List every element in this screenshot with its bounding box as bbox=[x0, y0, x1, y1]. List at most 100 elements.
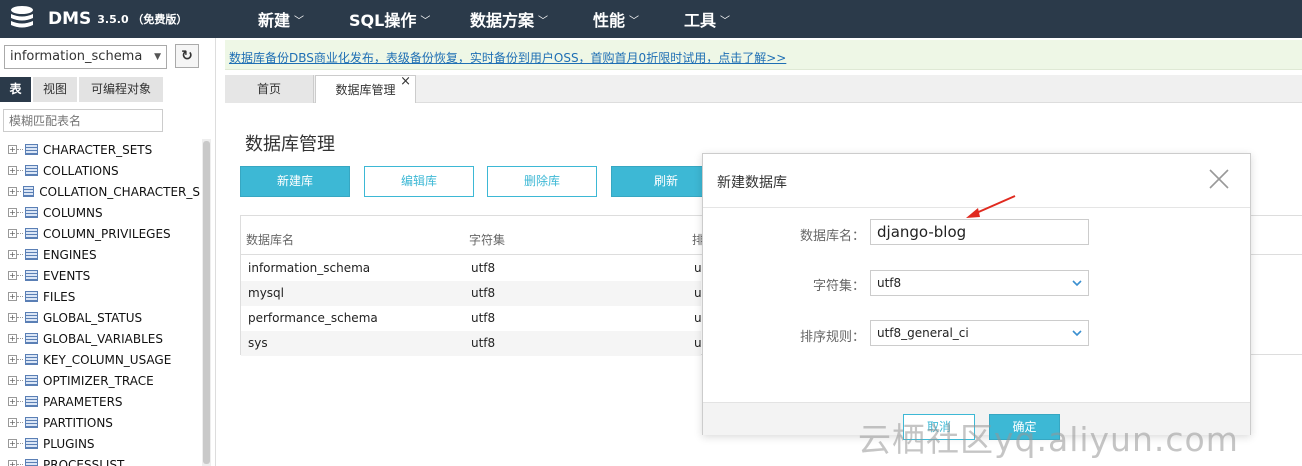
tree-item-table[interactable]: + EVENTS bbox=[0, 265, 200, 286]
table-icon bbox=[25, 459, 38, 466]
tree-item-table[interactable]: + COLUMN_PRIVILEGES bbox=[0, 223, 200, 244]
tree-connector bbox=[17, 254, 23, 255]
table-row[interactable]: sys utf8 u bbox=[241, 331, 702, 356]
tree-connector bbox=[17, 401, 23, 402]
chevron-down-icon: ﹀ bbox=[720, 15, 731, 27]
cell-charset: utf8 bbox=[471, 286, 496, 300]
page-tabs: 首页 数据库管理 × bbox=[225, 74, 1302, 103]
expand-icon[interactable]: + bbox=[8, 376, 17, 385]
app-version: 3.5.0 （免费版） bbox=[97, 13, 188, 26]
expand-icon[interactable]: + bbox=[8, 397, 17, 406]
nav-menu-sql[interactable]: SQL操作 ﹀ bbox=[349, 0, 430, 38]
nav-menu-new[interactable]: 新建 ﹀ bbox=[258, 0, 304, 38]
tab-tables[interactable]: 表 bbox=[0, 77, 32, 102]
expand-icon[interactable]: + bbox=[8, 187, 17, 196]
table-icon bbox=[25, 249, 38, 260]
expand-icon[interactable]: + bbox=[8, 229, 17, 238]
tree-item-table[interactable]: + COLLATION_CHARACTER_S bbox=[0, 181, 200, 202]
nav-menu-data-plan[interactable]: 数据方案 ﹀ bbox=[470, 0, 548, 38]
tree-item-table[interactable]: + KEY_COLUMN_USAGE bbox=[0, 349, 200, 370]
collation-select[interactable]: utf8_general_ci bbox=[870, 320, 1089, 346]
table-row[interactable]: mysql utf8 u bbox=[241, 281, 702, 306]
tree-scrollbar[interactable] bbox=[202, 139, 211, 466]
tree-item-table[interactable]: + COLUMNS bbox=[0, 202, 200, 223]
table-row[interactable]: information_schema utf8 u bbox=[241, 256, 702, 281]
tree-item-table[interactable]: + COLLATIONS bbox=[0, 160, 200, 181]
tab-programmable-objects[interactable]: 可编程对象 bbox=[79, 77, 164, 102]
expand-icon[interactable]: + bbox=[8, 250, 17, 259]
table-filter-input[interactable] bbox=[3, 109, 163, 132]
nav-menu-label: 数据方案 bbox=[470, 11, 535, 30]
table-icon bbox=[25, 228, 38, 239]
cell-collation: u bbox=[694, 286, 702, 300]
charset-label: 字符集： bbox=[812, 279, 865, 294]
table-icon bbox=[25, 144, 38, 155]
cell-db-name: information_schema bbox=[248, 261, 371, 275]
tree-item-table[interactable]: + GLOBAL_STATUS bbox=[0, 307, 200, 328]
brand: DMS 3.5.0 （免费版） bbox=[8, 0, 187, 38]
charset-value: utf8 bbox=[877, 276, 902, 290]
tab-views[interactable]: 视图 bbox=[33, 77, 78, 102]
tree-item-table[interactable]: + PARTITIONS bbox=[0, 412, 200, 433]
expand-icon[interactable]: + bbox=[8, 355, 17, 364]
expand-icon[interactable]: + bbox=[8, 334, 17, 343]
scrollbar-thumb[interactable] bbox=[203, 141, 210, 464]
tree-item-label: PARAMETERS bbox=[43, 394, 123, 409]
tree-item-table[interactable]: + ENGINES bbox=[0, 244, 200, 265]
tree-item-table[interactable]: + OPTIMIZER_TRACE bbox=[0, 370, 200, 391]
tree-connector bbox=[17, 359, 23, 360]
create-database-button[interactable]: 新建库 bbox=[240, 166, 350, 197]
tab-home[interactable]: 首页 bbox=[225, 75, 314, 103]
table-icon bbox=[25, 270, 38, 281]
expand-icon[interactable]: + bbox=[8, 460, 17, 466]
delete-database-button[interactable]: 删除库 bbox=[487, 166, 597, 197]
tree-item-table[interactable]: + PROCESSLIST bbox=[0, 454, 200, 466]
object-type-tabs: 表 视图 可编程对象 bbox=[0, 77, 216, 102]
refresh-icon-button[interactable]: ↻ bbox=[175, 44, 199, 68]
expand-icon[interactable]: + bbox=[8, 439, 17, 448]
expand-icon[interactable]: + bbox=[8, 271, 17, 280]
tree-connector bbox=[17, 443, 23, 444]
close-icon[interactable]: × bbox=[400, 68, 411, 96]
tree-item-table[interactable]: + PARAMETERS bbox=[0, 391, 200, 412]
expand-icon[interactable]: + bbox=[8, 313, 17, 322]
edit-database-button[interactable]: 编辑库 bbox=[364, 166, 474, 197]
chevron-down-icon: ﹀ bbox=[420, 15, 431, 27]
expand-icon[interactable]: + bbox=[8, 145, 17, 154]
db-name-input[interactable]: django-blog bbox=[870, 219, 1089, 245]
tree-connector bbox=[17, 212, 23, 213]
expand-icon[interactable]: + bbox=[8, 292, 17, 301]
table-icon bbox=[25, 312, 38, 323]
table-icon bbox=[25, 438, 38, 449]
database-logo-icon bbox=[11, 6, 33, 28]
tree-item-label: ENGINES bbox=[43, 247, 97, 262]
tree-connector bbox=[17, 149, 23, 150]
expand-icon[interactable]: + bbox=[8, 166, 17, 175]
chevron-down-icon bbox=[1072, 330, 1082, 337]
database-select[interactable]: information_schema ▼ bbox=[4, 45, 167, 69]
dialog-title: 新建数据库 bbox=[717, 175, 787, 191]
close-icon[interactable] bbox=[1208, 168, 1230, 190]
chevron-down-icon: ﹀ bbox=[294, 15, 305, 27]
nav-menu-performance[interactable]: 性能 ﹀ bbox=[593, 0, 639, 38]
tree-item-table[interactable]: + GLOBAL_VARIABLES bbox=[0, 328, 200, 349]
chevron-down-icon: ﹀ bbox=[629, 15, 640, 27]
tab-database-management[interactable]: 数据库管理 × bbox=[315, 74, 416, 103]
tree-item-table[interactable]: + PLUGINS bbox=[0, 433, 200, 454]
nav-menu-tools[interactable]: 工具 ﹀ bbox=[684, 0, 730, 38]
notice-link[interactable]: 数据库备份DBS商业化发布，表级备份恢复，实时备份到用户OSS，首购首月0折限时… bbox=[229, 49, 786, 66]
tree-item-label: FILES bbox=[43, 289, 76, 304]
object-sidebar: information_schema ▼ ↻ 表 视图 可编程对象 + CHARA… bbox=[0, 38, 216, 466]
annotation-arrow-icon bbox=[966, 195, 1016, 218]
expand-icon[interactable]: + bbox=[8, 418, 17, 427]
tree-connector bbox=[17, 380, 23, 381]
expand-icon[interactable]: + bbox=[8, 208, 17, 217]
tree-item-table[interactable]: + FILES bbox=[0, 286, 200, 307]
tree-item-label: COLUMNS bbox=[43, 205, 103, 220]
tree-item-label: COLLATIONS bbox=[43, 163, 119, 178]
charset-select[interactable]: utf8 bbox=[870, 270, 1089, 296]
table-icon bbox=[25, 207, 38, 218]
collation-label: 排序规则： bbox=[799, 330, 865, 345]
table-row[interactable]: performance_schema utf8 u bbox=[241, 306, 702, 331]
tree-item-table[interactable]: + CHARACTER_SETS bbox=[0, 139, 200, 160]
